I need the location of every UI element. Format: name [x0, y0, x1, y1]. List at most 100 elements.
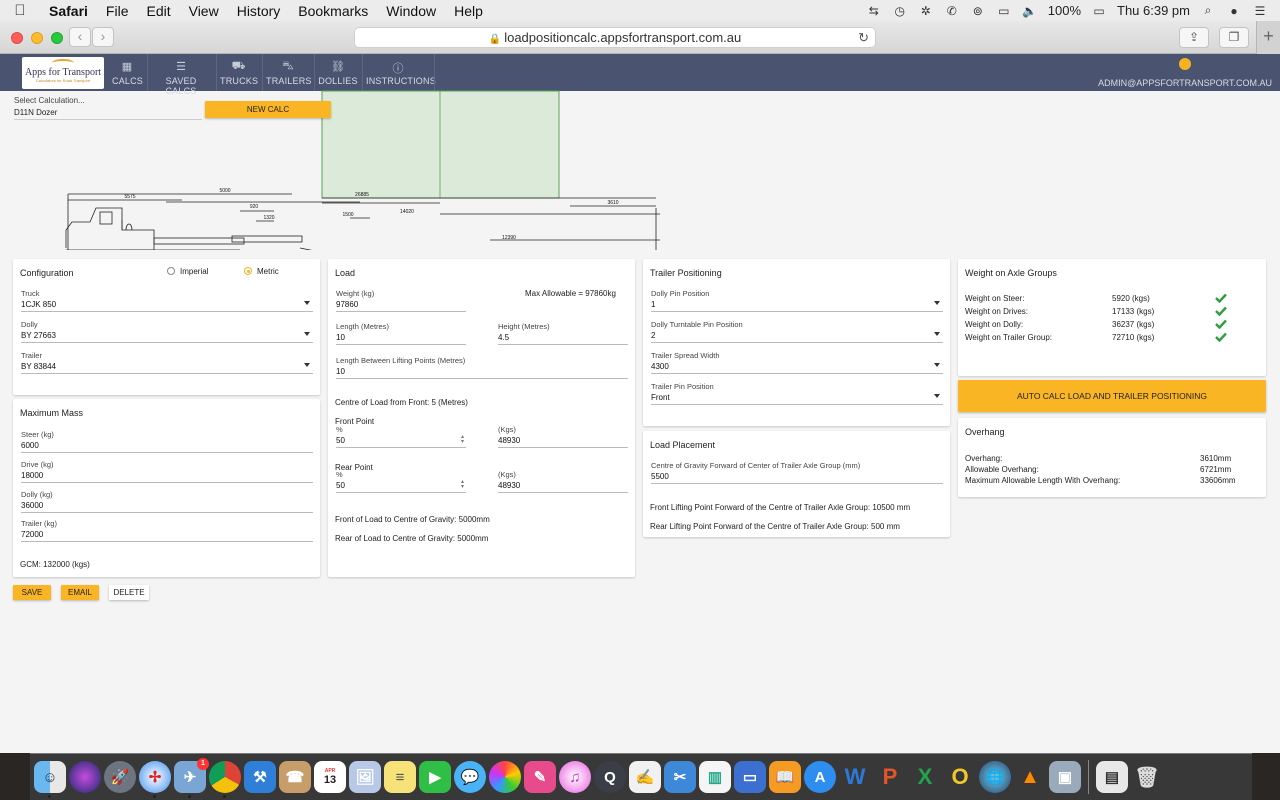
delete-button[interactable]: DELETE [109, 585, 149, 600]
finder-window-icon[interactable]: ▤ [1096, 761, 1128, 793]
app-logo[interactable]: Apps for Transport Calculators for Road … [22, 57, 104, 89]
word-icon[interactable]: W [839, 761, 871, 793]
cog-forward-field[interactable]: Centre of Gravity Forward of Center of T… [651, 461, 943, 484]
preview-icon[interactable]: 🖼 [349, 761, 381, 793]
cog-forward-input[interactable]: 5500 [651, 470, 943, 484]
launchpad-icon[interactable]: 🚀 [104, 761, 136, 793]
steer-mass-field[interactable]: Steer (kg) 6000 [21, 430, 313, 453]
contacts-icon[interactable]: ☎ [279, 761, 311, 793]
menu-file[interactable]: File [97, 3, 138, 19]
front-point-kgs-field[interactable]: (Kgs) 48930 [498, 425, 628, 448]
trailer-pin-value[interactable]: Front [651, 391, 943, 405]
menu-bookmarks[interactable]: Bookmarks [289, 3, 377, 19]
app-store-icon[interactable]: A [804, 761, 836, 793]
spread-width-select[interactable]: Trailer Spread Width 4300 [651, 351, 943, 374]
auto-calc-button[interactable]: AUTO CALC LOAD AND TRAILER POSITIONING [958, 380, 1266, 412]
powerpoint-icon[interactable]: P [874, 761, 906, 793]
steer-mass-input[interactable]: 6000 [21, 439, 313, 453]
vlc-icon[interactable]: ▲ [1014, 761, 1046, 793]
load-height-input[interactable]: 4.5 [498, 331, 628, 345]
menu-view[interactable]: View [180, 3, 228, 19]
user-menu[interactable]: ADMIN@APPSFORTRANSPORT.COM.AU [1098, 54, 1272, 88]
tray-gear-icon[interactable]: ✲ [918, 4, 934, 18]
tabs-overview-button[interactable]: ❐ [1219, 27, 1249, 48]
new-calc-button[interactable]: NEW CALC [205, 101, 331, 118]
menu-edit[interactable]: Edit [137, 3, 179, 19]
quicktime-icon[interactable]: Q [594, 761, 626, 793]
address-bar[interactable]: 🔒 loadpositioncalc.appsfortransport.com.a… [354, 27, 876, 48]
rear-point-kgs-field[interactable]: (Kgs) 48930 [498, 470, 628, 493]
email-button[interactable]: EMAIL [61, 585, 99, 600]
itunes-icon[interactable]: ♫ [559, 761, 591, 793]
load-weight-field[interactable]: Weight (kg) 97860 [336, 289, 466, 312]
nav-saved-calcs[interactable]: ☰ SAVED CALCS [151, 54, 211, 96]
stepper-icon[interactable]: ▴ ▾ [461, 434, 464, 445]
safari-icon[interactable]: ✢ [139, 761, 171, 798]
window-close-button[interactable] [11, 32, 23, 44]
window-minimize-button[interactable] [31, 32, 43, 44]
front-kgs-input[interactable]: 48930 [498, 434, 628, 448]
battery-icon[interactable]: ▭ [1091, 4, 1107, 18]
menu-history[interactable]: History [228, 3, 290, 19]
photos-icon[interactable] [489, 761, 521, 793]
window-zoom-button[interactable] [51, 32, 63, 44]
turntable-pin-value[interactable]: 2 [651, 329, 943, 343]
ibooks-icon[interactable]: 📖 [769, 761, 801, 793]
truck-value[interactable]: 1CJK 850 [21, 298, 313, 312]
nav-dollies[interactable]: ⛓ DOLLIES [318, 54, 358, 91]
turntable-pin-select[interactable]: Dolly Turntable Pin Position 2 [651, 320, 943, 343]
trailer-value[interactable]: BY 83844 [21, 360, 313, 374]
lifting-points-field[interactable]: Length Between Lifting Points (Metres) 1… [336, 356, 628, 379]
nav-instructions[interactable]: ⓘ INSTRUCTIONS [366, 54, 436, 91]
front-point-pct-field[interactable]: % 50 ▴ ▾ [336, 425, 466, 448]
spread-width-value[interactable]: 4300 [651, 360, 943, 374]
nav-trucks[interactable]: ⛟ TRUCKS [220, 54, 258, 91]
dolly-pin-select[interactable]: Dolly Pin Position 1 [651, 289, 943, 312]
network-icon[interactable]: 🌐 [979, 761, 1011, 793]
time-machine-icon[interactable]: ◷ [892, 4, 908, 18]
calculation-select[interactable]: Select Calculation... D11N Dozer [14, 96, 202, 120]
menu-help[interactable]: Help [445, 3, 492, 19]
drive-mass-input[interactable]: 18000 [21, 469, 313, 483]
siri-icon[interactable]: ● [1226, 4, 1242, 18]
textedit-icon[interactable]: ✍ [629, 761, 661, 793]
rear-pct-input[interactable]: 50 ▴ ▾ [336, 479, 466, 493]
pixelmator-icon[interactable]: ✎ [524, 761, 556, 793]
save-button[interactable]: SAVE [13, 585, 51, 600]
phone-icon[interactable]: ✆ [944, 4, 960, 18]
dolly-value[interactable]: BY 27663 [21, 329, 313, 343]
reload-icon[interactable]: ↻ [858, 28, 869, 47]
trailer-mass-field[interactable]: Trailer (kg) 72000 [21, 519, 313, 542]
rear-kgs-input[interactable]: 48930 [498, 479, 628, 493]
load-length-field[interactable]: Length (Metres) 10 [336, 322, 466, 345]
image-capture-icon[interactable]: ▣ [1049, 761, 1081, 793]
siri-icon[interactable] [69, 761, 101, 793]
keynote-icon[interactable]: ▭ [734, 761, 766, 793]
truck-select[interactable]: Truck 1CJK 850 [21, 289, 313, 312]
excel-icon[interactable]: X [909, 761, 941, 793]
messages-icon[interactable]: 💬 [454, 761, 486, 793]
load-box[interactable] [321, 90, 560, 199]
new-tab-button[interactable]: + [1256, 21, 1280, 54]
load-weight-input[interactable]: 97860 [336, 298, 466, 312]
numbers-icon[interactable]: ▥ [699, 761, 731, 793]
calc-select-value[interactable]: D11N Dozer [14, 105, 202, 120]
spotlight-search-icon[interactable]: ⌕ [1200, 3, 1216, 18]
nav-calcs[interactable]: ▦ CALCS [112, 54, 143, 91]
volume-icon[interactable]: 🔈 [1022, 4, 1038, 18]
tray-sync-icon[interactable]: ⇆ [866, 4, 882, 18]
trailer-pin-select[interactable]: Trailer Pin Position Front [651, 382, 943, 405]
radio-imperial[interactable] [167, 267, 175, 275]
radio-metric[interactable] [244, 267, 252, 275]
notes-icon[interactable]: ≡ [384, 761, 416, 793]
forward-button[interactable]: › [92, 27, 114, 47]
scissors-icon[interactable]: ✂ [664, 761, 696, 793]
dolly-select[interactable]: Dolly BY 27663 [21, 320, 313, 343]
facetime-icon[interactable]: ▶ [419, 761, 451, 793]
apple-menu-icon[interactable]:  [0, 2, 40, 19]
airplay-icon[interactable]: ▭ [996, 4, 1012, 18]
load-height-field[interactable]: Height (Metres) 4.5 [498, 322, 628, 345]
outlook-icon[interactable]: O [944, 761, 976, 793]
dolly-pin-value[interactable]: 1 [651, 298, 943, 312]
share-button[interactable]: ⇪ [1179, 27, 1209, 48]
